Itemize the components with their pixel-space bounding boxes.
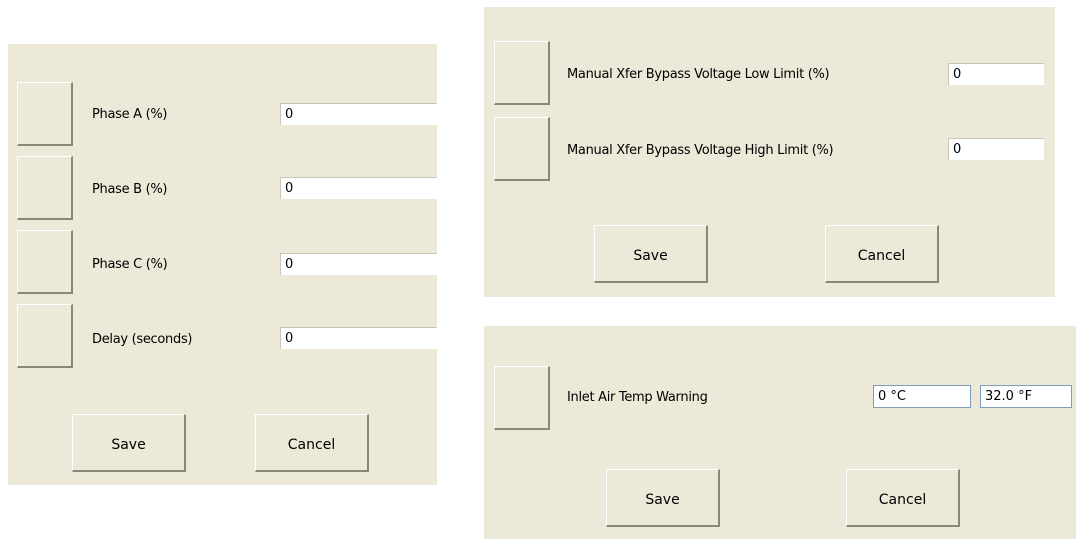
bypass-voltage-panel: Manual Xfer Bypass Voltage Low Limit (%)… (484, 7, 1055, 297)
delay-select-button[interactable] (17, 304, 73, 368)
phase-a-input[interactable] (280, 103, 437, 125)
inlet-temp-save-button[interactable]: Save (606, 469, 720, 527)
inlet-temp-label: Inlet Air Temp Warning (567, 390, 708, 405)
inlet-temp-panel: Inlet Air Temp Warning Save Cancel (484, 326, 1076, 539)
bypass-low-label: Manual Xfer Bypass Voltage Low Limit (%) (567, 67, 830, 82)
inlet-temp-celsius-input[interactable] (873, 385, 971, 408)
phase-c-input[interactable] (280, 253, 437, 275)
bypass-high-label: Manual Xfer Bypass Voltage High Limit (%… (567, 143, 834, 158)
inlet-temp-fahrenheit-input[interactable] (980, 385, 1072, 408)
inlet-temp-select-button[interactable] (494, 366, 550, 430)
inlet-temp-cancel-button[interactable]: Cancel (846, 469, 960, 527)
bypass-low-select-button[interactable] (494, 41, 550, 105)
phase-settings-panel: Phase A (%) Phase B (%) Phase C (%) Dela… (8, 44, 437, 485)
phase-c-label: Phase C (%) (92, 257, 168, 272)
delay-label: Delay (seconds) (92, 332, 193, 347)
phase-b-label: Phase B (%) (92, 182, 168, 197)
bypass-high-input[interactable] (948, 138, 1044, 160)
phase-c-select-button[interactable] (17, 230, 73, 294)
phase-save-button[interactable]: Save (72, 414, 186, 472)
bypass-high-select-button[interactable] (494, 117, 550, 181)
phase-b-select-button[interactable] (17, 156, 73, 220)
phase-b-input[interactable] (280, 177, 437, 199)
bypass-cancel-button[interactable]: Cancel (825, 225, 939, 283)
delay-input[interactable] (280, 327, 437, 349)
phase-cancel-button[interactable]: Cancel (255, 414, 369, 472)
bypass-low-input[interactable] (948, 63, 1044, 85)
phase-a-label: Phase A (%) (92, 107, 168, 122)
bypass-save-button[interactable]: Save (594, 225, 708, 283)
phase-a-select-button[interactable] (17, 82, 73, 146)
